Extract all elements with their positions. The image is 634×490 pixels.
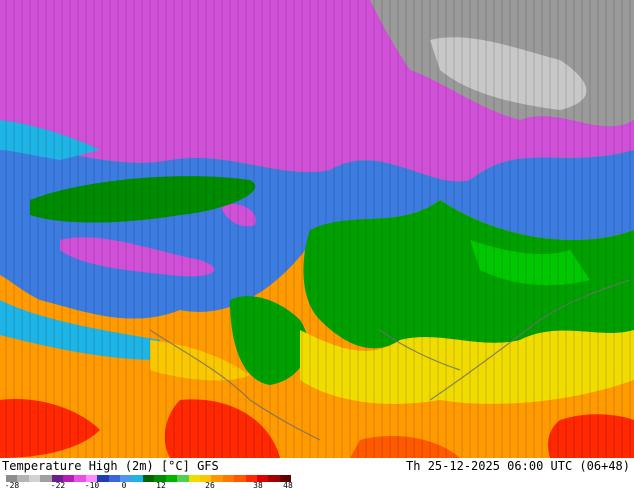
colorbar-ticks: -28 -22 -10 0 12 26 38 48 (0, 481, 300, 490)
temperature-field (0, 0, 634, 458)
map-footer: Temperature High (2m) [°C] GFS Th 25-12-… (0, 458, 634, 490)
colorbar-tick: -22 (50, 481, 66, 490)
colorbar-tick: 48 (283, 481, 293, 490)
colorbar-tick: -28 (4, 481, 20, 490)
map-datetime: Th 25-12-2025 06:00 UTC (06+48) (406, 459, 630, 473)
colorbar-tick: 0 (121, 481, 127, 490)
colorbar-tick: 26 (205, 481, 215, 490)
temperature-map (0, 0, 634, 458)
colorbar-tick: -10 (84, 481, 100, 490)
map-title: Temperature High (2m) [°C] GFS (2, 459, 219, 473)
colorbar-tick: 38 (253, 481, 263, 490)
colorbar-tick: 12 (156, 481, 166, 490)
